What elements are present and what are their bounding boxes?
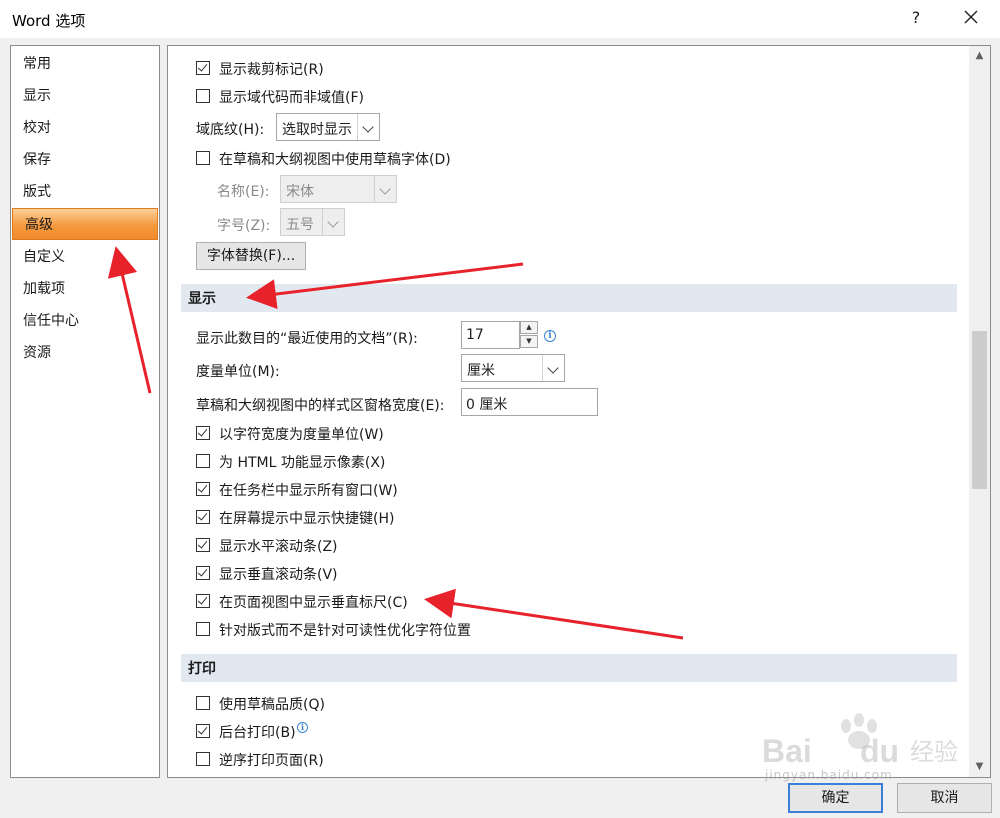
font-name-select[interactable]: 宋体 [280,175,397,203]
horizontal-scrollbar-label: 显示水平滚动条(Z) [219,539,338,555]
field-shading-select[interactable]: 选取时显示 [276,113,380,141]
taskbar-windows-label: 在任务栏中显示所有窗口(W) [219,483,398,499]
background-print-checkbox[interactable] [196,724,210,738]
info-icon[interactable]: i [544,330,556,342]
char-width-units-checkbox[interactable] [196,426,210,440]
screentip-shortcuts-checkbox[interactable] [196,510,210,524]
font-substitution-button[interactable]: 字体替换(F)... [196,242,306,270]
screentip-shortcuts-label: 在屏幕提示中显示快捷键(H) [219,511,395,527]
field-codes-checkbox[interactable] [196,89,210,103]
nav-item-advanced[interactable]: 高级 [12,208,158,240]
vertical-scrollbar[interactable]: ▲ ▼ [969,46,990,777]
nav-item-common[interactable]: 常用 [11,48,159,80]
crop-marks-checkbox[interactable] [196,61,210,75]
draft-font-checkbox[interactable] [196,151,210,165]
font-size-value: 五号 [286,217,314,233]
font-size-select[interactable]: 五号 [280,208,345,236]
window-title: Word 选项 [12,12,86,30]
recent-docs-stepper[interactable]: ▲ ▼ [520,321,538,349]
vertical-scrollbar-checkbox[interactable] [196,566,210,580]
close-icon[interactable] [960,6,982,28]
nav-item-layout[interactable]: 版式 [11,176,159,208]
help-icon[interactable]: ? [908,8,924,27]
spin-down-icon[interactable]: ▼ [520,335,538,348]
html-pixels-label: 为 HTML 功能显示像素(X) [219,455,386,471]
chevron-down-icon[interactable] [357,114,379,140]
reverse-print-checkbox[interactable] [196,752,210,766]
field-shading-label: 域底纹(H): [196,122,265,138]
draft-quality-checkbox[interactable] [196,696,210,710]
char-width-units-label: 以字符宽度为度量单位(W) [219,427,384,443]
nav-item-trust-center[interactable]: 信任中心 [11,305,159,337]
nav-item-resources[interactable]: 资源 [11,337,159,369]
print-section-title: 打印 [188,661,216,677]
nav-item-customize[interactable]: 自定义 [11,241,159,273]
options-nav: 常用 显示 校对 保存 版式 高级 自定义 加载项 信任中心 资源 [10,45,160,778]
nav-item-display[interactable]: 显示 [11,80,159,112]
spin-up-icon[interactable]: ▲ [520,321,538,334]
watermark-url: jingyan.baidu.com [765,768,893,782]
vertical-ruler-checkbox[interactable] [196,594,210,608]
chevron-down-icon[interactable] [322,209,344,235]
vertical-ruler-label: 在页面视图中显示垂直标尺(C) [219,595,408,611]
horizontal-scrollbar-checkbox[interactable] [196,538,210,552]
vertical-scrollbar-label: 显示垂直滚动条(V) [219,567,338,583]
cancel-button[interactable]: 取消 [897,783,992,813]
font-name-value: 宋体 [286,184,314,200]
measure-units-label: 度量单位(M): [196,364,280,380]
svg-text:经验: 经验 [910,738,958,766]
recent-docs-label: 显示此数目的“最近使用的文档”(R): [196,331,418,347]
nav-item-addins[interactable]: 加载项 [11,273,159,305]
nav-item-save[interactable]: 保存 [11,144,159,176]
crop-marks-label: 显示裁剪标记(R) [219,62,324,78]
scroll-up-icon[interactable]: ▲ [969,46,990,66]
ok-button[interactable]: 确定 [788,783,883,813]
info-icon[interactable]: i [297,722,308,733]
svg-text:Bai: Bai [762,733,812,769]
draft-quality-label: 使用草稿品质(Q) [219,697,325,713]
recent-docs-input[interactable]: 17 [461,321,520,349]
background-print-label: 后台打印(B) [219,725,296,741]
taskbar-windows-checkbox[interactable] [196,482,210,496]
font-size-label: 字号(Z): [217,218,271,234]
display-section-title: 显示 [188,291,216,307]
measure-units-select[interactable]: 厘米 [461,354,565,382]
optimize-char-position-label: 针对版式而不是针对可读性优化字符位置 [219,623,471,639]
svg-text:du: du [860,733,899,769]
display-section-header: 显示 [181,284,957,312]
nav-item-proofing[interactable]: 校对 [11,112,159,144]
print-section-header: 打印 [181,654,957,682]
draft-font-label: 在草稿和大纲视图中使用草稿字体(D) [219,152,451,168]
title-bar: Word 选项 ? [0,0,1000,38]
chevron-down-icon[interactable] [374,176,396,202]
optimize-char-position-checkbox[interactable] [196,622,210,636]
html-pixels-checkbox[interactable] [196,454,210,468]
style-area-width-input[interactable]: 0 厘米 [461,388,598,416]
reverse-print-label: 逆序打印页面(R) [219,753,324,769]
style-area-width-label: 草稿和大纲视图中的样式区窗格宽度(E): [196,398,445,414]
font-name-label: 名称(E): [217,184,270,200]
measure-units-value: 厘米 [467,363,495,379]
field-codes-label: 显示域代码而非域值(F) [219,90,364,106]
scroll-thumb[interactable] [972,331,987,489]
field-shading-value: 选取时显示 [282,122,352,138]
chevron-down-icon[interactable] [542,355,564,381]
